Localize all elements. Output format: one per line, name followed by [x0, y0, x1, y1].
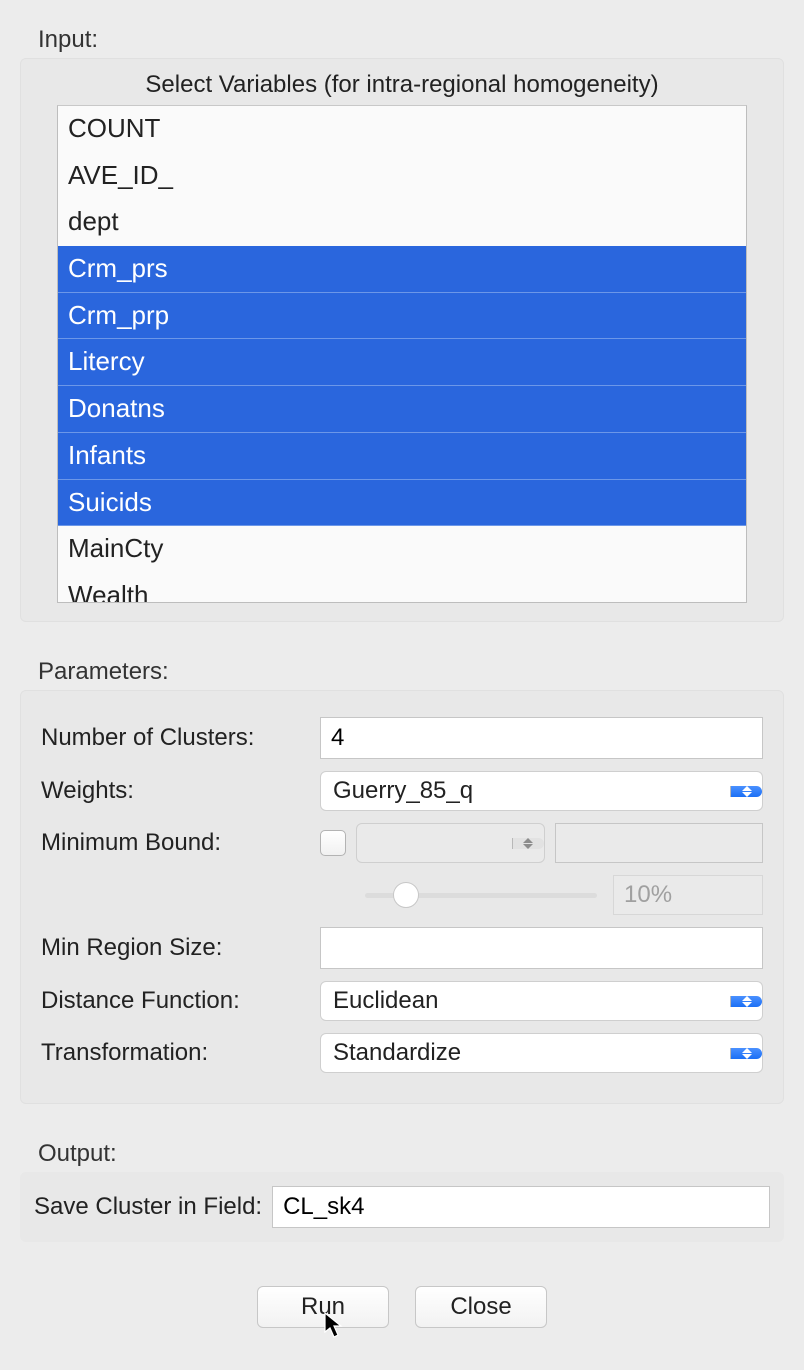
- num-clusters-input[interactable]: [320, 717, 763, 759]
- min-region-label: Min Region Size:: [41, 934, 306, 963]
- clustering-dialog: Input: Select Variables (for intra-regio…: [0, 0, 804, 1328]
- distance-select[interactable]: Euclidean: [320, 981, 763, 1021]
- variable-listbox[interactable]: COUNTAVE_ID_deptCrm_prsCrm_prpLitercyDon…: [57, 105, 747, 603]
- select-variables-title: Select Variables (for intra-regional hom…: [57, 71, 747, 99]
- list-item[interactable]: Litercy: [58, 339, 746, 386]
- min-bound-checkbox[interactable]: [320, 830, 346, 856]
- list-item[interactable]: AVE_ID_: [58, 153, 746, 200]
- output-field-input[interactable]: [272, 1186, 770, 1228]
- input-panel: Select Variables (for intra-regional hom…: [20, 58, 784, 622]
- min-bound-select[interactable]: [356, 823, 545, 863]
- list-item[interactable]: Crm_prs: [58, 246, 746, 293]
- num-clusters-label: Number of Clusters:: [41, 724, 306, 753]
- min-bound-slider[interactable]: [365, 881, 597, 909]
- dialog-footer: Run Close: [20, 1286, 784, 1328]
- weights-label: Weights:: [41, 777, 306, 806]
- min-region-input[interactable]: [320, 927, 763, 969]
- stepper-icon: [730, 1048, 762, 1059]
- min-bound-select-value: [357, 839, 512, 847]
- list-item[interactable]: Wealth: [58, 573, 746, 603]
- output-section-label: Output:: [38, 1140, 784, 1168]
- parameters-panel: Number of Clusters: Weights: Guerry_85_q…: [20, 690, 784, 1104]
- run-button[interactable]: Run: [257, 1286, 389, 1328]
- min-bound-label: Minimum Bound:: [41, 829, 306, 858]
- list-item[interactable]: Infants: [58, 433, 746, 480]
- slider-value-box: 10%: [613, 875, 763, 915]
- slider-thumb[interactable]: [393, 882, 419, 908]
- list-item[interactable]: COUNT: [58, 106, 746, 153]
- transformation-select-value: Standardize: [321, 1035, 730, 1071]
- weights-select[interactable]: Guerry_85_q: [320, 771, 763, 811]
- close-button[interactable]: Close: [415, 1286, 547, 1328]
- input-section-label: Input:: [38, 26, 784, 54]
- list-item[interactable]: MainCty: [58, 526, 746, 573]
- list-item[interactable]: dept: [58, 199, 746, 246]
- output-panel: Save Cluster in Field:: [20, 1172, 784, 1242]
- distance-label: Distance Function:: [41, 987, 306, 1016]
- stepper-icon: [730, 996, 762, 1007]
- distance-select-value: Euclidean: [321, 983, 730, 1019]
- transformation-label: Transformation:: [41, 1039, 306, 1068]
- output-field-label: Save Cluster in Field:: [34, 1193, 262, 1221]
- list-item[interactable]: Donatns: [58, 386, 746, 433]
- parameters-section-label: Parameters:: [38, 658, 784, 686]
- list-item[interactable]: Suicids: [58, 480, 746, 527]
- stepper-icon: [730, 786, 762, 797]
- min-bound-value-input: [555, 823, 764, 863]
- weights-select-value: Guerry_85_q: [321, 773, 730, 809]
- list-item[interactable]: Crm_prp: [58, 293, 746, 340]
- transformation-select[interactable]: Standardize: [320, 1033, 763, 1073]
- stepper-icon: [512, 838, 544, 849]
